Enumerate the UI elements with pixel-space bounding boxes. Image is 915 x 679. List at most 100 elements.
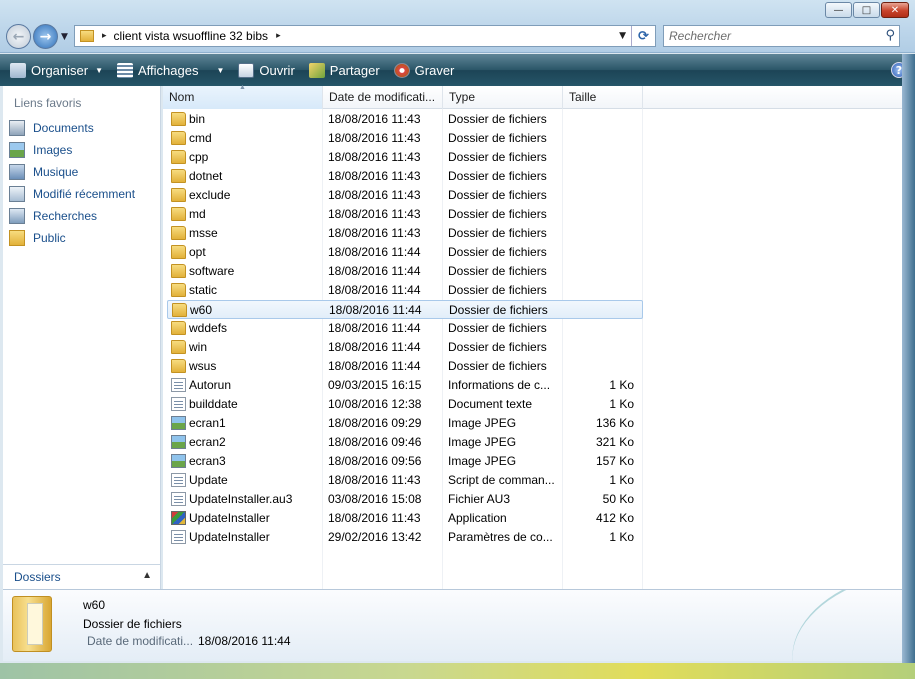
folder-icon: [171, 150, 186, 164]
sidebar-item-documents[interactable]: Documents: [9, 118, 94, 138]
file-date: 10/08/2016 12:38: [328, 397, 422, 411]
application-icon: [171, 511, 186, 525]
column-name[interactable]: ▲ Nom: [163, 84, 323, 109]
breadcrumb-current-folder[interactable]: client vista wsuoffline 32 bibs: [114, 29, 269, 43]
close-button[interactable]: ✕: [881, 2, 909, 18]
burn-button[interactable]: Graver: [390, 57, 459, 83]
back-button[interactable]: ←: [6, 24, 31, 49]
file-size: [563, 148, 634, 167]
file-type: Dossier de fichiers: [448, 264, 547, 278]
open-button[interactable]: Ouvrir: [234, 57, 298, 83]
file-size: 321 Ko: [595, 435, 634, 449]
file-date: 18/08/2016 11:43: [328, 473, 421, 487]
file-date: 18/08/2016 09:29: [328, 416, 422, 430]
file-type: Dossier de fichiers: [449, 303, 548, 317]
folders-toggle[interactable]: Dossiers ▲: [3, 564, 160, 589]
file-size: 157 Ko: [595, 454, 634, 468]
table-row[interactable]: w60 18/08/2016 11:44 Dossier de fichiers: [167, 300, 643, 319]
table-row[interactable]: dotnet 18/08/2016 11:43 Dossier de fichier…: [167, 167, 643, 186]
sidebar-item-label: Public: [33, 231, 66, 245]
table-row[interactable]: win 18/08/2016 11:44 Dossier de fichiers: [167, 338, 643, 357]
file-name: cpp: [189, 150, 209, 164]
sidebar-item-public[interactable]: Public: [9, 228, 66, 248]
share-button[interactable]: Partager: [305, 57, 384, 83]
file-name: ecran1: [189, 416, 226, 430]
views-button[interactable]: Affichages ▼: [113, 57, 228, 83]
table-row[interactable]: exclude 18/08/2016 11:43 Dossier de fichie…: [167, 186, 643, 205]
searches-icon: [9, 208, 25, 224]
table-row[interactable]: ecran3 18/08/2016 09:56 Image JPEG 157 Ko: [167, 452, 643, 471]
search-box[interactable]: ⚲: [663, 25, 900, 47]
breadcrumb-separator-icon[interactable]: ▸: [102, 31, 107, 41]
window-titlebar: — □ ✕ ← → ▼ ▸ client vista wsuoffline 32…: [0, 0, 915, 53]
sidebar-item-music[interactable]: Musique: [9, 162, 78, 182]
column-size[interactable]: Taille: [563, 86, 643, 109]
file-type: Dossier de fichiers: [448, 131, 547, 145]
sidebar-item-images[interactable]: Images: [9, 140, 72, 160]
recent-pages-dropdown[interactable]: ▼: [61, 32, 68, 42]
file-name: dotnet: [189, 169, 223, 183]
table-row[interactable]: ecran2 18/08/2016 09:46 Image JPEG 321 Ko: [167, 433, 643, 452]
file-type: Application: [448, 511, 507, 525]
file-type: Dossier de fichiers: [448, 169, 547, 183]
column-date[interactable]: Date de modificati...: [323, 86, 443, 109]
forward-button[interactable]: →: [33, 24, 58, 49]
table-row[interactable]: static 18/08/2016 11:44 Dossier de fichier…: [167, 281, 643, 300]
table-row[interactable]: ecran1 18/08/2016 09:29 Image JPEG 136 Ko: [167, 414, 643, 433]
maximize-button[interactable]: □: [853, 2, 880, 18]
table-row[interactable]: opt 18/08/2016 11:44 Dossier de fichiers: [167, 243, 643, 262]
table-row[interactable]: wsus 18/08/2016 11:44 Dossier de fichiers: [167, 357, 643, 376]
file-icon: [171, 530, 186, 544]
file-name: Update: [189, 473, 228, 487]
breadcrumb-separator-icon[interactable]: ▸: [276, 31, 281, 41]
table-row[interactable]: md 18/08/2016 11:43 Dossier de fichiers: [167, 205, 643, 224]
chevron-down-icon: ▼: [216, 65, 225, 75]
file-date: 18/08/2016 11:44: [328, 321, 421, 335]
sidebar-item-recent[interactable]: Modifié récemment: [9, 184, 135, 204]
table-row[interactable]: cpp 18/08/2016 11:43 Dossier de fichiers: [167, 148, 643, 167]
search-input[interactable]: [664, 26, 864, 46]
file-type: Paramètres de co...: [448, 530, 553, 544]
file-name: win: [189, 340, 208, 354]
file-type: Dossier de fichiers: [448, 226, 547, 240]
file-name: builddate: [189, 397, 238, 411]
refresh-button[interactable]: ⟳: [631, 26, 655, 46]
column-name-label: Nom: [169, 90, 195, 104]
file-type: Fichier AU3: [448, 492, 511, 506]
address-bar[interactable]: ▸ client vista wsuoffline 32 bibs ▸ ▼ ⟳: [74, 25, 656, 47]
folder-icon: [171, 188, 186, 202]
file-size: [563, 338, 634, 357]
table-row[interactable]: Autorun 09/03/2015 16:15 Informations de c…: [167, 376, 643, 395]
organize-button[interactable]: Organiser ▼: [6, 57, 107, 83]
minimize-button[interactable]: —: [825, 2, 852, 18]
table-row[interactable]: builddate 10/08/2016 12:38 Document texte 1…: [167, 395, 643, 414]
folder-icon: [171, 264, 186, 278]
folder-icon: [171, 207, 186, 221]
table-row[interactable]: msse 18/08/2016 11:43 Dossier de fichiers: [167, 224, 643, 243]
table-row[interactable]: cmd 18/08/2016 11:43 Dossier de fichiers: [167, 129, 643, 148]
table-row[interactable]: UpdateInstaller 18/08/2016 11:43 Applicati…: [167, 509, 643, 528]
file-icon: [171, 473, 186, 487]
sidebar-item-searches[interactable]: Recherches: [9, 206, 97, 226]
file-size: [563, 243, 634, 262]
organize-icon: [10, 62, 26, 78]
file-icon: [171, 492, 186, 506]
table-row[interactable]: software 18/08/2016 11:44 Dossier de fichi…: [167, 262, 643, 281]
file-type: Dossier de fichiers: [448, 340, 547, 354]
table-row[interactable]: UpdateInstaller 29/02/2016 13:42 Paramètre…: [167, 528, 643, 547]
table-row[interactable]: wddefs 18/08/2016 11:44 Dossier de fichier…: [167, 319, 643, 338]
large-folder-icon: [12, 596, 52, 652]
views-label: Affichages: [138, 62, 199, 78]
table-row[interactable]: bin 18/08/2016 11:43 Dossier de fichiers: [167, 110, 643, 129]
file-size: 1 Ko: [609, 473, 634, 487]
address-dropdown-icon[interactable]: ▼: [619, 26, 626, 46]
sidebar-item-label: Modifié récemment: [33, 187, 136, 201]
file-size: [563, 186, 634, 205]
table-row[interactable]: UpdateInstaller.au3 03/08/2016 15:08 Fichi…: [167, 490, 643, 509]
column-type[interactable]: Type: [443, 86, 563, 109]
file-size: [563, 167, 634, 186]
table-row[interactable]: Update 18/08/2016 11:43 Script de comman..…: [167, 471, 643, 490]
search-icon[interactable]: ⚲: [885, 28, 895, 43]
share-icon: [308, 62, 325, 78]
file-name: exclude: [189, 188, 231, 202]
